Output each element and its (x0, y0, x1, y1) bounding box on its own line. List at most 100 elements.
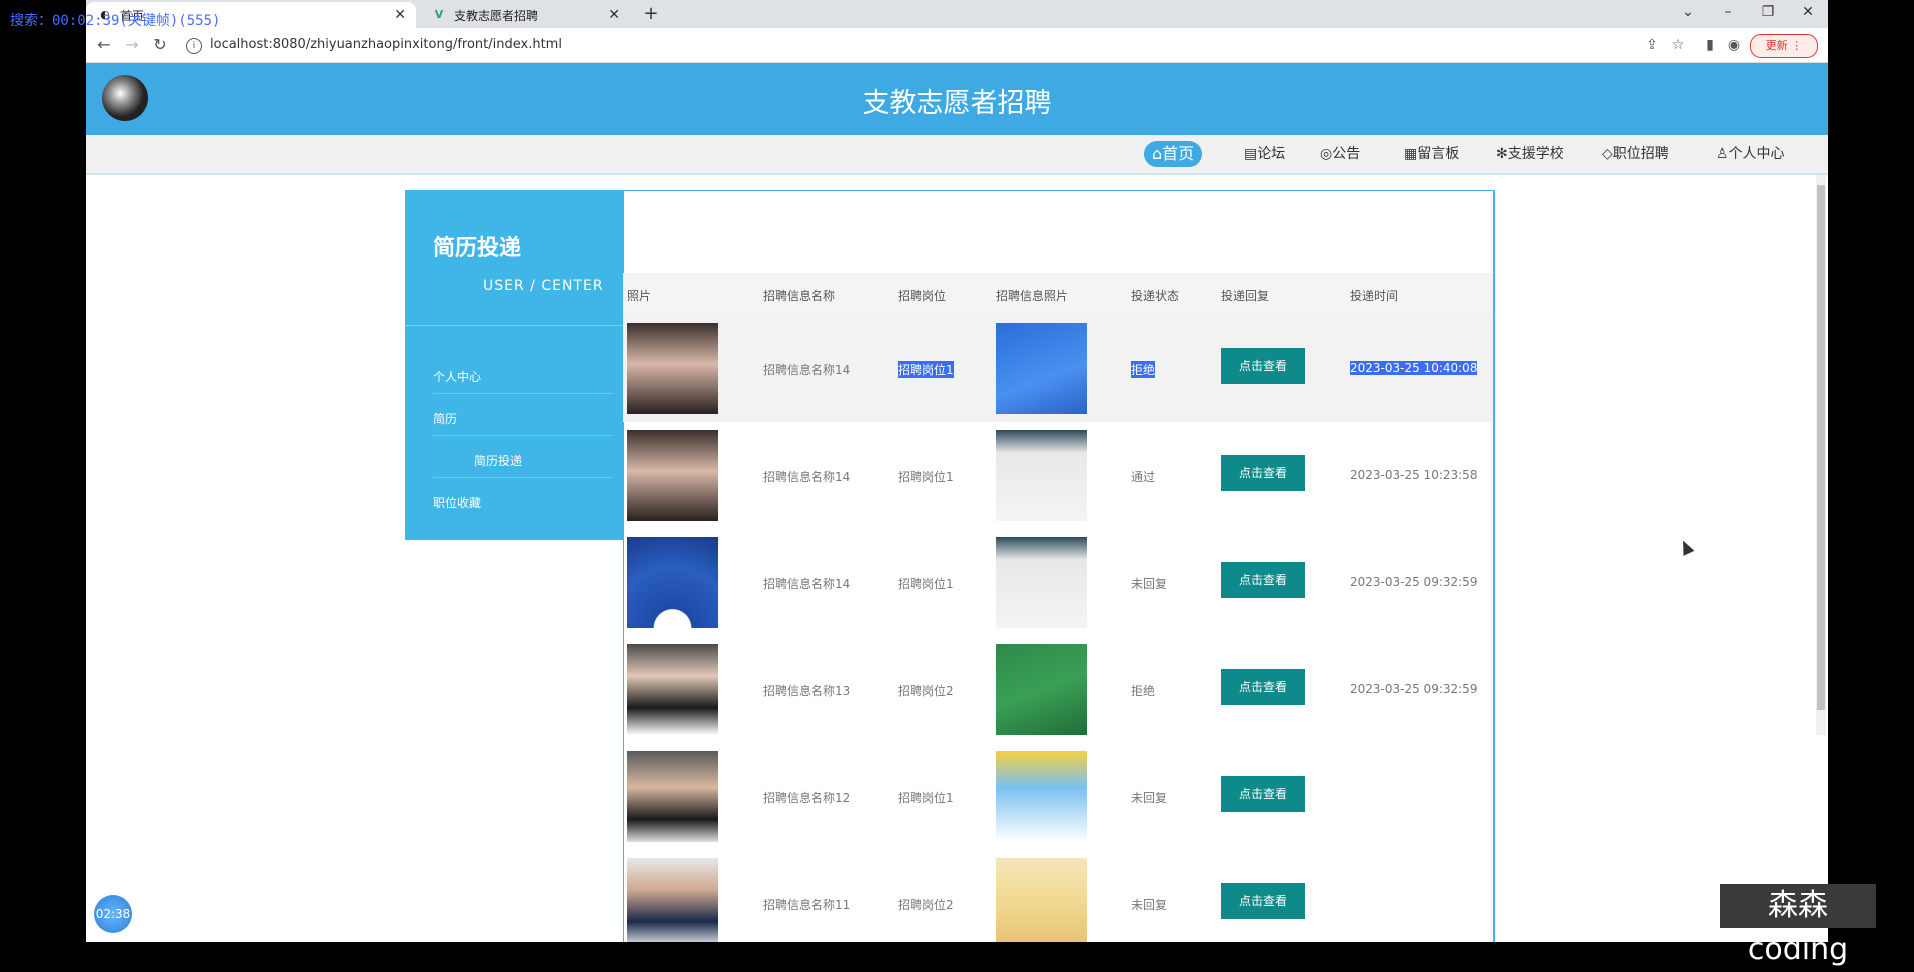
address-bar: ← → ↻ i localhost:8080/zhiyuanzhaopinxito… (86, 28, 1828, 63)
row-position: 招聘岗位1 (898, 361, 954, 378)
table-row[interactable]: 招聘信息名称11 招聘岗位2 未回复 点击查看 (623, 850, 1493, 942)
job-poster (996, 644, 1087, 735)
minimize-button[interactable]: – (1708, 0, 1748, 28)
sidebar-item-resume-delivery[interactable]: 简历投递 (474, 452, 522, 469)
forward-button[interactable]: → (120, 34, 144, 56)
applicant-photo (627, 323, 718, 414)
row-status: 拒绝 (1131, 684, 1156, 698)
header-reply: 投递回复 (1221, 289, 1270, 303)
header-name: 招聘信息名称 (763, 289, 836, 303)
notice-icon: ◎ (1320, 146, 1333, 162)
table-row[interactable]: 招聘信息名称14 招聘岗位1 拒绝 点击查看 2023-03-25 10:40:… (623, 315, 1493, 422)
close-tab-icon[interactable]: ✕ (394, 7, 406, 23)
vue-icon: V (434, 8, 444, 21)
share-icon[interactable]: ⇪ (1642, 35, 1662, 55)
tab-title: 支教志愿者招聘 (454, 8, 539, 23)
row-time: 2023-03-25 09:32:59 (1350, 575, 1478, 589)
view-reply-button[interactable]: 点击查看 (1221, 562, 1305, 598)
nav-notice[interactable]: ◎公告 (1312, 141, 1368, 167)
job-poster (996, 858, 1087, 942)
sidebar-title: 简历投递 (433, 236, 522, 261)
row-time: 2023-03-25 09:32:59 (1350, 682, 1478, 696)
row-position: 招聘岗位1 (898, 470, 954, 484)
reload-button[interactable]: ↻ (148, 34, 172, 56)
nav-user-center[interactable]: ♙个人中心 (1708, 141, 1793, 167)
row-position: 招聘岗位1 (898, 791, 954, 805)
tab-list-icon[interactable]: ⌄ (1668, 0, 1708, 28)
row-position: 招聘岗位2 (898, 898, 954, 912)
restore-button[interactable]: ❐ (1748, 0, 1788, 28)
job-poster (996, 537, 1087, 628)
job-poster (996, 323, 1087, 414)
update-button[interactable]: 更新 ⋮ (1750, 34, 1818, 58)
user-icon: ♙ (1716, 146, 1729, 162)
row-name: 招聘信息名称14 (763, 577, 851, 591)
page-content: 简历投递 USER / CENTER 个人中心 简历 简历投递 职位收藏 照片 … (86, 175, 1828, 942)
row-status: 拒绝 (1131, 361, 1156, 378)
view-reply-button[interactable]: 点击查看 (1221, 348, 1305, 384)
applicant-photo (627, 644, 718, 735)
header-position: 招聘岗位 (898, 289, 947, 303)
mouse-cursor (1677, 538, 1695, 556)
url-text: localhost:8080/zhiyuanzhaopinxitong/fron… (210, 37, 562, 52)
nav-home[interactable]: ⌂首页 (1144, 141, 1203, 167)
nav-job-recruit[interactable]: ◇职位招聘 (1594, 141, 1677, 167)
header-poster: 招聘信息照片 (996, 289, 1069, 303)
main-nav: ⌂首页 ▤论坛 ◎公告 ▦留言板 ✻支援学校 ◇职位招聘 ♙个人中心 (86, 135, 1828, 175)
table-header: 照片 招聘信息名称 招聘岗位 招聘信息照片 投递状态 投递回复 投递时间 (623, 273, 1493, 315)
applicant-photo (627, 537, 718, 628)
table-row[interactable]: 招聘信息名称14 招聘岗位1 未回复 点击查看 2023-03-25 09:32… (623, 529, 1493, 636)
table-row[interactable]: 招聘信息名称14 招聘岗位1 通过 点击查看 2023-03-25 10:23:… (623, 422, 1493, 529)
sidebar-item-user-center[interactable]: 个人中心 (433, 368, 481, 385)
browser-window: ◐ 首页 ✕ V 支教志愿者招聘 ✕ + ⌄ – ❐ ✕ ← → ↻ i loca… (86, 0, 1828, 942)
new-tab-button[interactable]: + (638, 2, 664, 26)
sidebar-separator (433, 435, 613, 436)
view-reply-button[interactable]: 点击查看 (1221, 776, 1305, 812)
row-status: 未回复 (1131, 791, 1168, 805)
back-button[interactable]: ← (92, 34, 116, 56)
table-row[interactable]: 招聘信息名称13 招聘岗位2 拒绝 点击查看 2023-03-25 09:32:… (623, 636, 1493, 743)
user-sidebar: 简历投递 USER / CENTER 个人中心 简历 简历投递 职位收藏 (405, 190, 623, 540)
row-position: 招聘岗位1 (898, 577, 954, 591)
close-window-button[interactable]: ✕ (1788, 0, 1828, 28)
row-name: 招聘信息名称13 (763, 684, 851, 698)
info-icon[interactable]: i (186, 38, 202, 54)
header-photo: 照片 (627, 289, 652, 303)
applicant-photo (627, 751, 718, 842)
bookmark-star-icon[interactable]: ☆ (1668, 35, 1688, 55)
view-reply-button[interactable]: 点击查看 (1221, 883, 1305, 919)
view-reply-button[interactable]: 点击查看 (1221, 669, 1305, 705)
nav-support-school[interactable]: ✻支援学校 (1488, 141, 1572, 167)
job-poster (996, 751, 1087, 842)
sidebar-item-job-favorites[interactable]: 职位收藏 (433, 494, 481, 511)
url-field[interactable]: i localhost:8080/zhiyuanzhaopinxitong/fro… (186, 33, 562, 57)
recording-overlay: 搜索：00:02:39(关键帧)(555) (10, 13, 221, 29)
header-time: 投递时间 (1350, 289, 1399, 303)
close-tab-icon[interactable]: ✕ (608, 7, 620, 23)
page-scrollbar[interactable] (1816, 175, 1826, 735)
nav-forum[interactable]: ▤论坛 (1236, 141, 1293, 167)
nav-message-board[interactable]: ▦留言板 (1396, 141, 1467, 167)
header-status: 投递状态 (1131, 289, 1180, 303)
recording-timer[interactable]: 02:38 (94, 895, 132, 933)
applicant-photo (627, 430, 718, 521)
site-header: 支教志愿者招聘 (86, 63, 1828, 135)
row-name: 招聘信息名称14 (763, 363, 851, 377)
side-panel-icon[interactable]: ▮ (1700, 35, 1720, 55)
table-row[interactable]: 招聘信息名称12 招聘岗位1 未回复 点击查看 (623, 743, 1493, 850)
view-reply-button[interactable]: 点击查看 (1221, 455, 1305, 491)
profile-icon[interactable]: ◉ (1724, 35, 1744, 55)
row-time: 2023-03-25 10:40:08 (1350, 361, 1478, 375)
tab-recruit[interactable]: V 支教志愿者招聘 ✕ (420, 2, 630, 28)
scrollbar-thumb[interactable] (1817, 185, 1825, 710)
sidebar-separator (433, 477, 613, 478)
site-title: 支教志愿者招聘 (862, 88, 1052, 119)
sidebar-divider (405, 325, 623, 326)
forum-icon: ▤ (1244, 146, 1258, 162)
row-name: 招聘信息名称12 (763, 791, 851, 805)
sidebar-item-resume[interactable]: 简历 (433, 410, 457, 427)
home-icon: ⌂ (1152, 144, 1163, 163)
job-poster (996, 430, 1087, 521)
row-status: 未回复 (1131, 577, 1168, 591)
sidebar-subtitle: USER / CENTER (483, 278, 604, 294)
